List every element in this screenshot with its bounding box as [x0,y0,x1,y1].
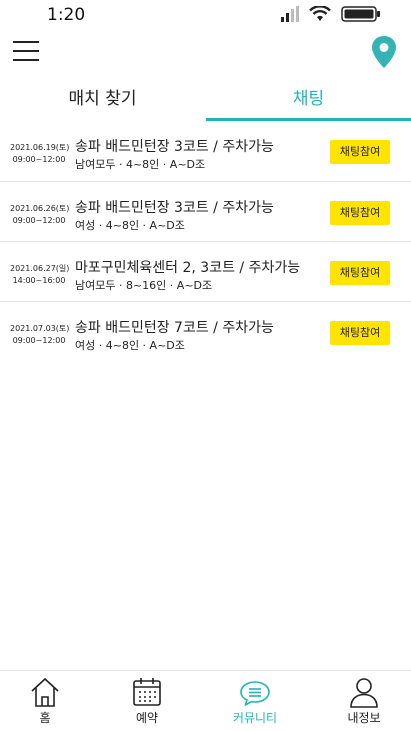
match-date-block: 2021.06.26(토) 09:00~12:00 [10,203,70,227]
nav-home[interactable]: 홈 [0,676,90,730]
list-item[interactable]: 2021.06.26(토) 09:00~12:00 송파 배드민턴장 3코트 /… [0,181,411,241]
hamburger-icon[interactable] [13,41,39,61]
match-time: 14:00~16:00 [12,276,66,285]
match-meta: 여성 · 4~8인 · A~D조 [75,219,185,232]
match-date: 2021.06.26(토) [10,204,70,213]
nav-my-info-label: 내정보 [347,711,381,725]
match-time: 09:00~12:00 [12,155,66,164]
match-date: 2021.06.27(일) [10,264,70,273]
status-icons [281,6,381,22]
match-date: 2021.07.03(토) [10,324,70,333]
match-time: 09:00~12:00 [12,336,66,345]
match-date-block: 2021.07.03(토) 09:00~12:00 [10,323,70,347]
user-icon [350,678,378,708]
join-chat-button[interactable]: 채팅참여 [330,201,390,225]
nav-home-label: 홈 [39,711,51,725]
bottom-nav: 홈 예약 커뮤니티 내정보 [0,670,411,731]
match-title: 송파 배드민턴장 7코트 / 주차가능 [75,320,274,336]
list-item[interactable]: 2021.07.03(토) 09:00~12:00 송파 배드민턴장 7코트 /… [0,301,411,361]
calendar-icon [133,678,161,706]
chat-bubble-icon [240,681,270,706]
join-chat-button[interactable]: 채팅참여 [330,261,390,285]
join-chat-button[interactable]: 채팅참여 [330,321,390,345]
tab-bar: 매치 찾기 채팅 [0,80,411,122]
match-title: 마포구민체육센터 2, 3코트 / 주차가능 [75,260,301,276]
match-title: 송파 배드민턴장 3코트 / 주차가능 [75,200,274,216]
match-date: 2021.06.19(토) [10,143,70,152]
map-pin-icon[interactable] [371,35,397,69]
status-time: 1:20 [47,5,86,25]
match-title: 송파 배드민턴장 3코트 / 주차가능 [75,139,274,155]
match-date-block: 2021.06.19(토) 09:00~12:00 [10,142,70,166]
nav-community[interactable]: 커뮤니티 [210,676,300,730]
nav-community-label: 커뮤니티 [232,711,278,725]
match-time: 09:00~12:00 [12,216,66,225]
list-item[interactable]: 2021.06.27(일) 14:00~16:00 마포구민체육센터 2, 3코… [0,241,411,301]
nav-reservation-label: 예약 [135,711,159,725]
signal-icon [281,6,299,22]
list-item[interactable]: 2021.06.19(토) 09:00~12:00 송파 배드민턴장 3코트 /… [0,121,411,181]
match-date-block: 2021.06.27(일) 14:00~16:00 [10,263,70,287]
nav-reservation[interactable]: 예약 [102,676,192,730]
home-icon [31,678,59,707]
join-chat-button[interactable]: 채팅참여 [330,140,390,164]
battery-icon [341,6,380,22]
match-meta: 남여모두 · 4~8인 · A~D조 [75,158,206,171]
status-bar: 1:20 [0,0,411,30]
tab-match-search[interactable]: 매치 찾기 [0,80,205,122]
app-header [0,30,411,76]
match-meta: 여성 · 4~8인 · A~D조 [75,339,185,352]
nav-my-info[interactable]: 내정보 [319,676,409,730]
wifi-icon [309,6,331,21]
tab-chat[interactable]: 채팅 [206,80,411,122]
match-meta: 남여모두 · 8~16인 · A~D조 [75,279,213,292]
chat-room-list: 2021.06.19(토) 09:00~12:00 송파 배드민턴장 3코트 /… [0,121,411,361]
